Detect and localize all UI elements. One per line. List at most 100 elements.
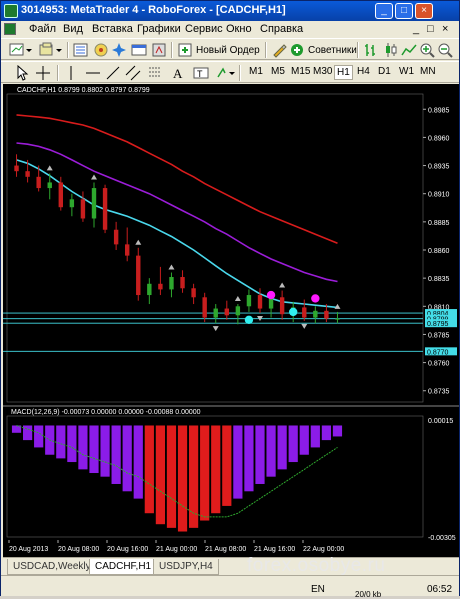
profiles-button[interactable]: [39, 41, 63, 59]
macd-bar: [155, 425, 165, 525]
market-watch-button[interactable]: [73, 41, 89, 59]
line-chart-button[interactable]: [401, 41, 417, 59]
arrows-button[interactable]: [215, 64, 235, 82]
menu-tools[interactable]: Сервис: [185, 23, 223, 35]
timeframe-d1[interactable]: D1: [376, 65, 393, 78]
metaeditor-icon: [273, 44, 287, 58]
candle-body: [14, 165, 19, 172]
candle-body: [47, 182, 52, 189]
price-chart[interactable]: 0.8985 0.8960 0.8935 0.8910 0.8885 0.8860 0.88…: [3, 84, 459, 557]
data-window-icon: [94, 43, 108, 57]
tester-icon: [152, 43, 166, 57]
market-watch-icon: [73, 43, 88, 57]
candle-body: [257, 295, 263, 309]
app-icon: [4, 4, 18, 18]
candle-body: [36, 176, 41, 189]
experts-icon: [291, 44, 303, 56]
close-button[interactable]: ×: [415, 3, 433, 19]
timeframe-m5[interactable]: M5: [269, 65, 287, 78]
line-chart-icon: [401, 44, 417, 56]
macd-bar: [111, 425, 121, 484]
channel-icon: [125, 65, 141, 81]
candle-body: [180, 277, 185, 289]
price-axis-label: 0.8760: [428, 361, 450, 368]
timeframe-h1[interactable]: H1: [334, 65, 353, 80]
drawing-toolbar: A T M1 M5 M15 M30 H1 H4 D1 W1 MN: [1, 61, 459, 83]
fibonacci-button[interactable]: [147, 64, 163, 82]
macd-bar: [310, 425, 320, 448]
new-order-button[interactable]: Новый Ордер: [177, 41, 260, 59]
menu-window[interactable]: Окно: [226, 23, 252, 35]
macd-bar: [332, 425, 343, 437]
tab-usdjpy-h4[interactable]: USDJPY,H4: [153, 559, 219, 575]
crosshair-button[interactable]: [35, 64, 51, 82]
trendline-button[interactable]: [105, 64, 121, 82]
candle-body: [125, 244, 130, 256]
timeframe-m1[interactable]: M1: [247, 65, 265, 78]
candle-body: [69, 199, 75, 208]
text-label-button[interactable]: T: [193, 64, 209, 82]
experts-button[interactable]: Советники: [289, 41, 357, 59]
language-indicator[interactable]: EN: [311, 584, 325, 595]
child-restore-button[interactable]: □: [427, 23, 434, 35]
new-chart-button[interactable]: [9, 41, 33, 59]
metaeditor-button[interactable]: [271, 41, 287, 59]
macd-bar: [56, 425, 66, 459]
navigator-button[interactable]: [111, 41, 127, 59]
child-minimize-button[interactable]: _: [413, 23, 419, 35]
timeframe-h4[interactable]: H4: [355, 65, 372, 78]
svg-text:T: T: [197, 69, 203, 79]
macd-axis-label: 0.00015: [428, 418, 453, 425]
macd-bar: [233, 425, 243, 499]
macd-bar: [222, 425, 232, 506]
maximize-button[interactable]: □: [395, 3, 413, 19]
app-window: 3014953: MetaTrader 4 - RoboForex - [CAD…: [0, 0, 460, 599]
tester-button[interactable]: [151, 41, 167, 59]
new-order-icon: [178, 43, 192, 57]
cursor-button[interactable]: [15, 64, 29, 82]
timeframe-mn[interactable]: MN: [418, 65, 438, 78]
zoom-in-icon: [420, 43, 435, 58]
tab-usdcad-weekly[interactable]: USDCAD,Weekly: [7, 559, 97, 575]
tab-cadchf-h1[interactable]: CADCHF,H1: [89, 559, 158, 575]
data-window-button[interactable]: [93, 41, 109, 59]
candle-body: [302, 307, 307, 318]
vertical-line-button[interactable]: [63, 64, 79, 82]
chart-window[interactable]: 0.8985 0.8960 0.8935 0.8910 0.8885 0.8860 0.88…: [3, 84, 459, 557]
menu-insert[interactable]: Вставка: [92, 23, 133, 35]
menu-help[interactable]: Справка: [260, 23, 303, 35]
timeframe-m30[interactable]: M30: [311, 65, 334, 78]
candle-body: [191, 288, 196, 298]
macd-header: MACD(12,26,9) -0.00073 0.00000 0.00000 -…: [11, 409, 201, 416]
bar-chart-button[interactable]: [363, 41, 379, 59]
toolbar-separator: [239, 65, 241, 81]
candle-body: [113, 229, 119, 245]
chart-icon[interactable]: [4, 23, 16, 35]
horizontal-line-button[interactable]: [85, 64, 101, 82]
timeframe-m15[interactable]: M15: [289, 65, 312, 78]
title-bar[interactable]: 3014953: MetaTrader 4 - RoboForex - [CAD…: [1, 1, 459, 21]
macd-bar: [211, 425, 221, 514]
candle-body: [224, 308, 229, 316]
zoom-out-button[interactable]: [437, 41, 453, 59]
text-button[interactable]: A: [171, 64, 185, 82]
terminal-button[interactable]: [131, 41, 147, 59]
channel-button[interactable]: [125, 64, 141, 82]
candlestick-button[interactable]: [383, 41, 399, 59]
toolbar-separator: [67, 42, 69, 58]
timeframe-w1[interactable]: W1: [397, 65, 416, 78]
candlestick-icon: [386, 43, 397, 57]
candle-body: [313, 310, 318, 318]
minimize-button[interactable]: _: [375, 3, 393, 19]
candle-body: [169, 277, 174, 290]
menu-charts[interactable]: Графики: [137, 23, 181, 35]
candle-body: [279, 297, 285, 315]
menu-view[interactable]: Вид: [63, 23, 83, 35]
zoom-in-button[interactable]: [419, 41, 435, 59]
price-axis-label: 0.8910: [428, 192, 450, 199]
macd-bar: [189, 425, 199, 528]
macd-bar: [133, 425, 143, 499]
menu-file[interactable]: Файл: [29, 23, 56, 35]
child-close-button[interactable]: ×: [442, 23, 448, 35]
macd-bar: [23, 425, 33, 441]
